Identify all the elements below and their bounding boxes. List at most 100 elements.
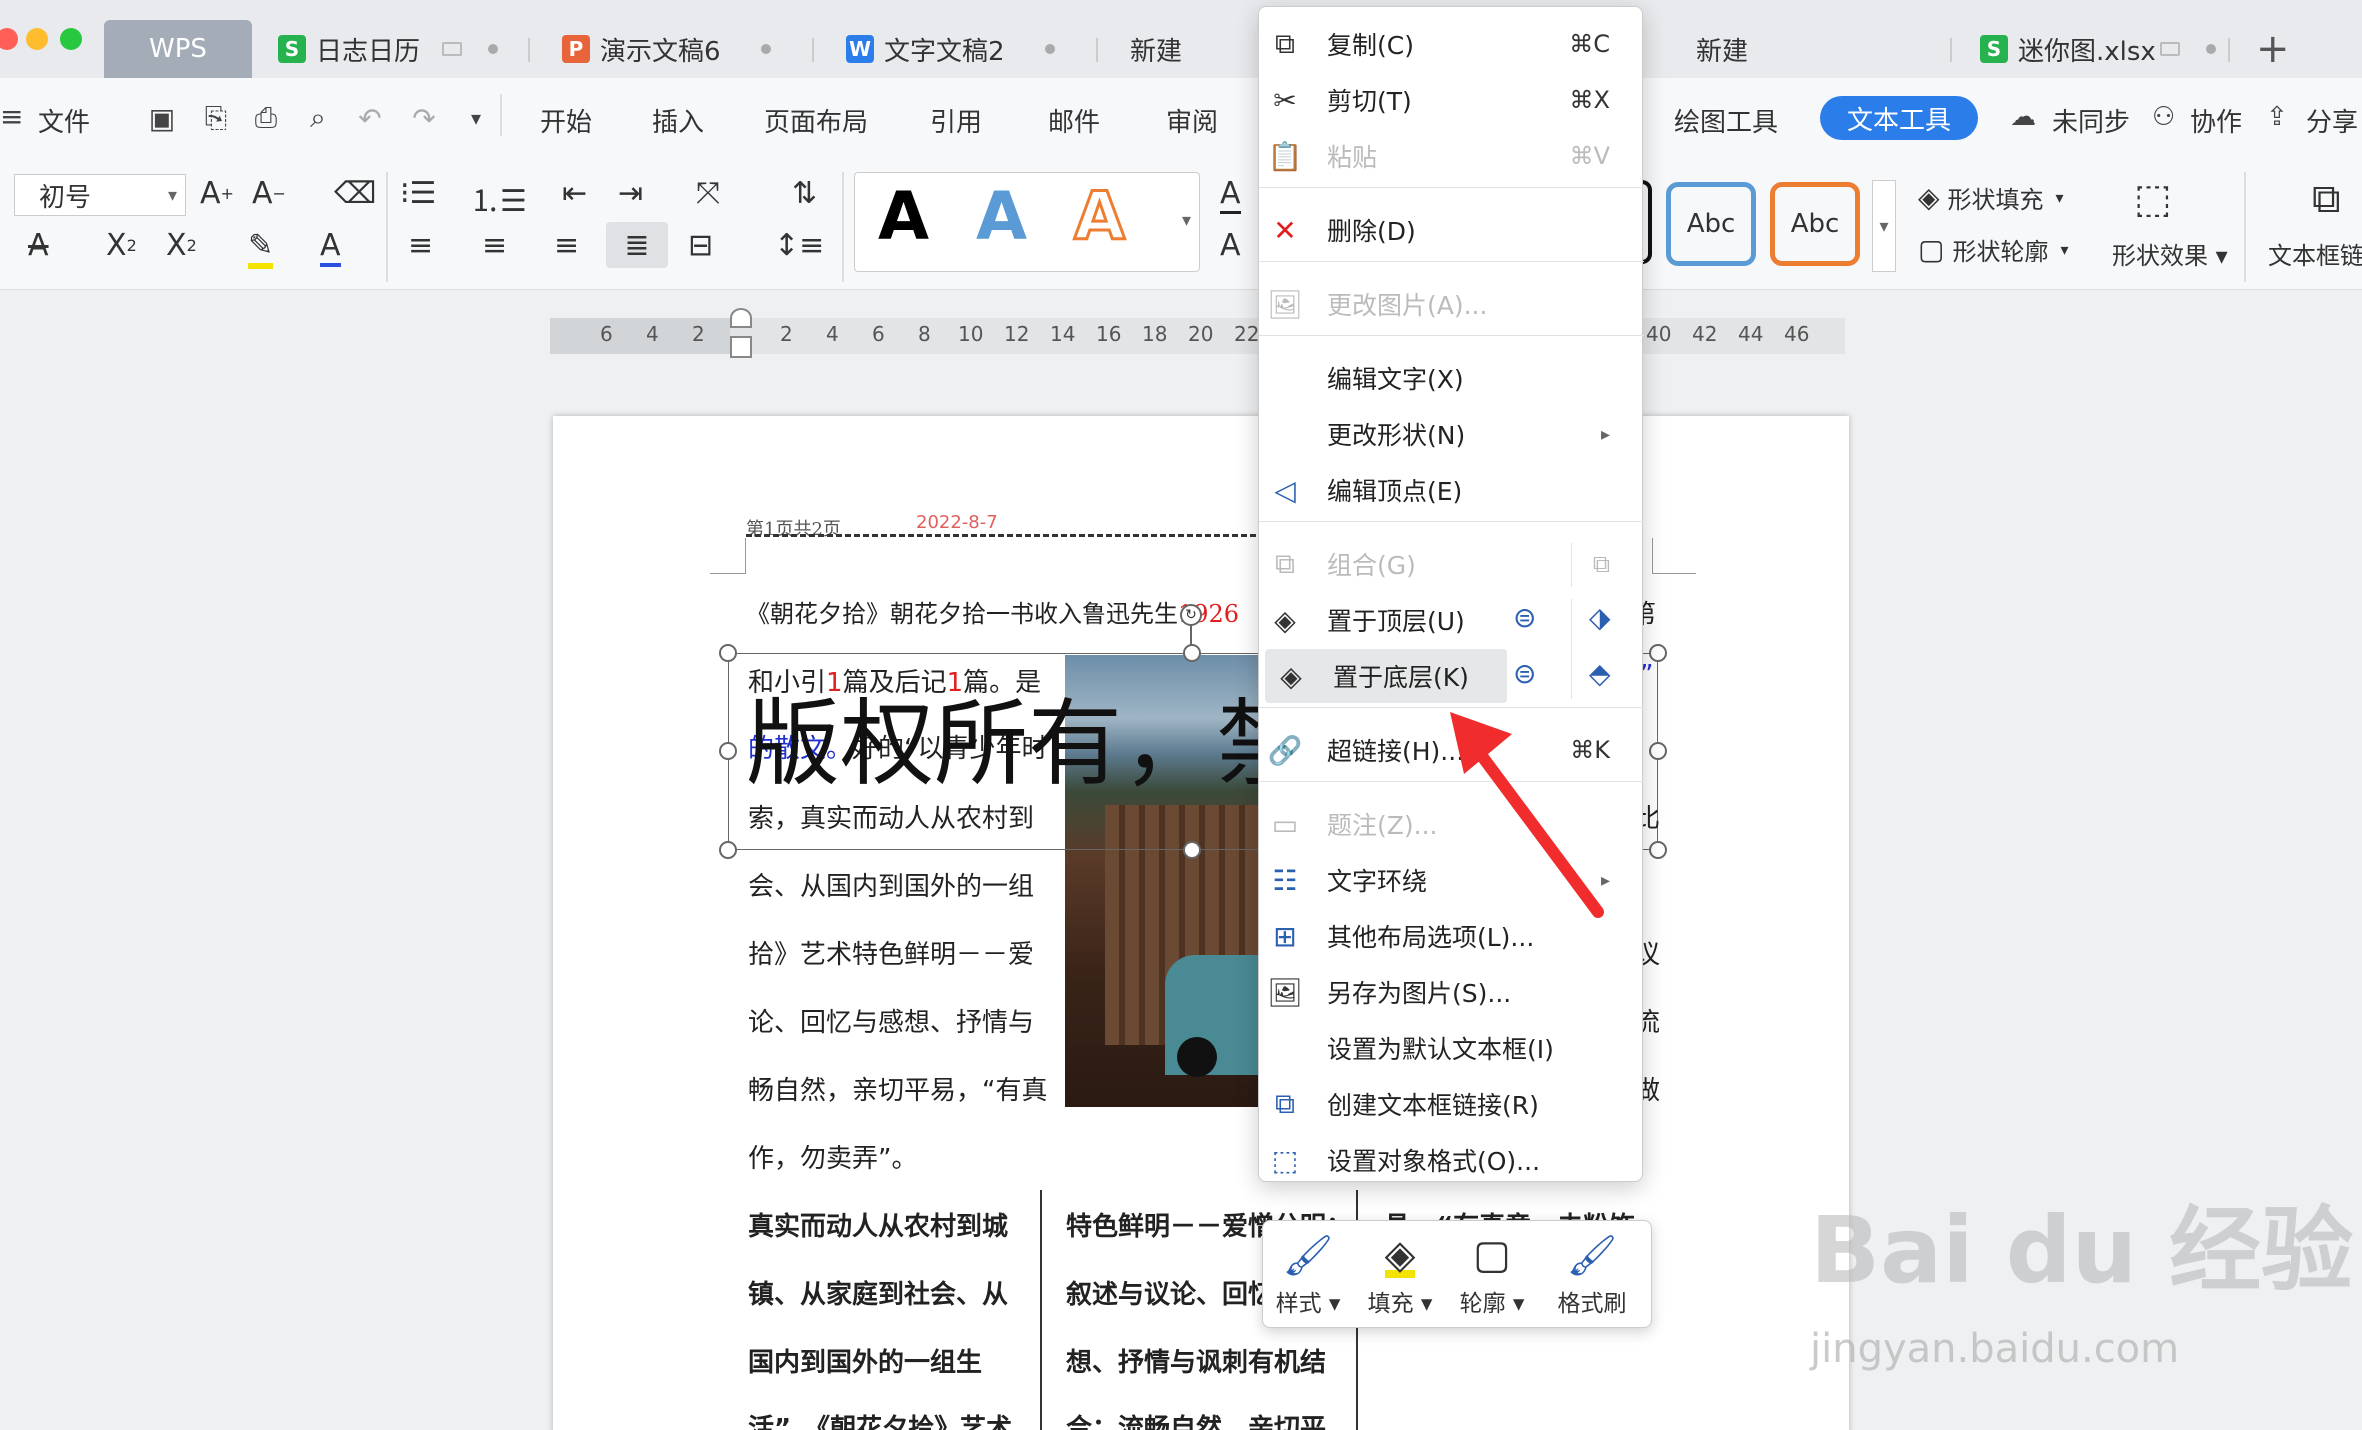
- align-left-icon[interactable]: ≡: [408, 228, 433, 263]
- font-color-button[interactable]: A: [320, 228, 341, 267]
- menu-text-tools[interactable]: 文本工具: [1820, 96, 1978, 140]
- tab-spreadsheet[interactable]: S 迷你图.xlsx: [1980, 20, 2216, 78]
- shape-outline-button[interactable]: ▢ 形状轮廓 ▾: [1918, 232, 2069, 267]
- text-fill-button[interactable]: A: [1220, 176, 1241, 214]
- share-icon[interactable]: ⇪: [2266, 102, 2288, 132]
- menu-item-paste[interactable]: 📋 粘贴 ⌘V: [1259, 129, 1644, 183]
- menu-home[interactable]: 开始: [540, 102, 592, 139]
- menu-item-create-textbox-link[interactable]: ⧉ 创建文本框链接(R): [1259, 1077, 1644, 1131]
- bullet-list-icon[interactable]: ⁝☰: [400, 176, 436, 211]
- new-tab-plus-icon[interactable]: +: [2256, 26, 2290, 72]
- superscript-button[interactable]: X2: [106, 228, 137, 263]
- menu-item-delete[interactable]: ✕ 删除(D): [1259, 203, 1644, 257]
- shape-effect-button[interactable]: 形状效果 ▾: [2112, 236, 2228, 271]
- minimize-window-button[interactable]: [26, 28, 48, 50]
- text-box-link-icon[interactable]: ⧉: [2312, 176, 2341, 222]
- float-format-painter-button[interactable]: 🖌 格式刷: [1552, 1232, 1632, 1322]
- shape-style-sample-orange[interactable]: Abc: [1770, 182, 1860, 266]
- menu-item-format-object[interactable]: ⬚ 设置对象格式(O)...: [1259, 1133, 1644, 1187]
- indent-marker-icon[interactable]: [730, 308, 756, 364]
- highlight-icon[interactable]: ✎: [248, 228, 274, 269]
- menu-mailings[interactable]: 邮件: [1048, 102, 1100, 139]
- subscript-button[interactable]: X2: [166, 228, 197, 263]
- strikethrough-button[interactable]: A: [28, 228, 49, 263]
- text-box-link-button[interactable]: 文本框链: [2268, 236, 2362, 271]
- shrink-font-button[interactable]: A −: [252, 176, 286, 211]
- tab-new-2[interactable]: 新建: [1696, 20, 1748, 78]
- save-icon[interactable]: ▣: [144, 100, 180, 136]
- distribute-icon[interactable]: ⊟: [688, 228, 713, 263]
- close-window-button[interactable]: [0, 28, 18, 50]
- send-backward-icon[interactable]: ⊜: [1513, 657, 1536, 690]
- resize-handle[interactable]: [1649, 841, 1667, 859]
- resize-handle[interactable]: [719, 742, 737, 760]
- resize-handle[interactable]: [719, 841, 737, 859]
- menu-item-copy[interactable]: ⧉ 复制(C) ⌘C: [1259, 17, 1644, 71]
- bring-forward-icon[interactable]: ⊜: [1513, 601, 1536, 634]
- align-center-icon[interactable]: ≡: [482, 228, 507, 263]
- shape-effect-icon[interactable]: ⬚: [2134, 176, 2172, 222]
- shape-fill-button[interactable]: ◈ 形状填充 ▾: [1918, 180, 2064, 215]
- zoom-window-button[interactable]: [60, 28, 82, 50]
- collaborate-icon[interactable]: ⚇: [2152, 102, 2175, 132]
- justify-icon[interactable]: ≣: [606, 222, 668, 268]
- menu-insert[interactable]: 插入: [652, 102, 704, 139]
- sort-icon[interactable]: ⇅: [792, 176, 817, 211]
- font-size-select[interactable]: 初号 ▾: [14, 174, 186, 216]
- menu-item-edit-vertex[interactable]: ◁ 编辑顶点(E): [1259, 463, 1644, 517]
- chevron-down-icon[interactable]: ▾: [458, 100, 494, 136]
- print-icon[interactable]: ⎙: [248, 100, 284, 136]
- text-outline-button[interactable]: A: [1220, 228, 1241, 263]
- menu-references[interactable]: 引用: [930, 102, 982, 139]
- tab-new-1[interactable]: 新建: [1130, 20, 1182, 78]
- menu-item-bring-to-front[interactable]: ◈ 置于顶层(U): [1259, 593, 1644, 647]
- tab-presentation[interactable]: P 演示文稿6: [562, 20, 771, 78]
- menu-collaborate[interactable]: 协作: [2190, 102, 2242, 139]
- increase-indent-icon[interactable]: ⇥: [618, 176, 643, 211]
- numbered-list-icon[interactable]: ⒈☰: [470, 176, 527, 220]
- cloud-sync-icon[interactable]: ☁: [2010, 102, 2036, 132]
- menu-file[interactable]: 文件: [38, 102, 90, 139]
- text-style-sample-black[interactable]: A: [878, 178, 929, 255]
- tab-calendar[interactable]: S 日志日历: [278, 20, 499, 78]
- resize-handle[interactable]: [1649, 742, 1667, 760]
- tab-document[interactable]: W 文字文稿2: [846, 20, 1055, 78]
- line-spacing-icon[interactable]: ↕≡: [774, 228, 824, 263]
- rotate-handle-icon[interactable]: ↻: [1180, 604, 1202, 626]
- undo-icon[interactable]: ↶: [352, 100, 388, 136]
- eraser-icon[interactable]: ⌫: [334, 176, 376, 211]
- align-right-icon[interactable]: ≡: [554, 228, 579, 263]
- float-fill-button[interactable]: ◈ 填充 ▾: [1360, 1232, 1440, 1322]
- menu-drawing-tools[interactable]: 绘图工具: [1674, 102, 1778, 139]
- menu-item-set-default-textbox[interactable]: 设置为默认文本框(I): [1259, 1021, 1644, 1075]
- menu-page-layout[interactable]: 页面布局: [764, 102, 868, 139]
- redo-icon[interactable]: ↷: [406, 100, 442, 136]
- text-style-sample-blue[interactable]: A: [976, 178, 1027, 255]
- watermark-text[interactable]: 版权所有，禁: [746, 668, 1258, 804]
- text-style-sample-orange[interactable]: A: [1072, 177, 1126, 257]
- chevron-down-icon[interactable]: ▾: [1872, 180, 1896, 272]
- menu-item-change-shape[interactable]: 更改形状(N) ▸: [1259, 407, 1644, 461]
- menu-review[interactable]: 审阅: [1166, 102, 1218, 139]
- export-icon[interactable]: ⎘: [198, 100, 234, 136]
- menu-item-group[interactable]: ⧉ 组合(G) ⧉: [1259, 537, 1644, 591]
- menu-item-change-image[interactable]: 🖼 更改图片(A)...: [1259, 277, 1644, 331]
- hamburger-icon[interactable]: ≡: [0, 100, 23, 133]
- grow-font-button[interactable]: A +: [200, 176, 234, 211]
- resize-handle[interactable]: [1183, 841, 1201, 859]
- resize-handle[interactable]: [1183, 644, 1201, 662]
- text-direction-icon[interactable]: ⤧: [696, 176, 720, 211]
- bring-front-layer-icon[interactable]: ⬗: [1589, 601, 1611, 634]
- shape-style-sample-blue[interactable]: Abc: [1666, 182, 1756, 266]
- sync-status[interactable]: 未同步: [2052, 102, 2130, 139]
- resize-handle[interactable]: [719, 644, 737, 662]
- float-outline-button[interactable]: ▢ 轮廓 ▾: [1452, 1232, 1532, 1322]
- float-style-button[interactable]: 🖌 样式 ▾: [1268, 1232, 1348, 1322]
- chevron-down-icon[interactable]: ▾: [1182, 210, 1191, 231]
- menu-share[interactable]: 分享: [2306, 102, 2358, 139]
- menu-item-cut[interactable]: ✂ 剪切(T) ⌘X: [1259, 73, 1644, 127]
- decrease-indent-icon[interactable]: ⇤: [562, 176, 587, 211]
- menu-item-save-as-image[interactable]: 🖼 另存为图片(S)...: [1259, 965, 1644, 1019]
- print-preview-icon[interactable]: ⌕: [300, 100, 336, 136]
- tab-wps[interactable]: WPS: [104, 20, 252, 78]
